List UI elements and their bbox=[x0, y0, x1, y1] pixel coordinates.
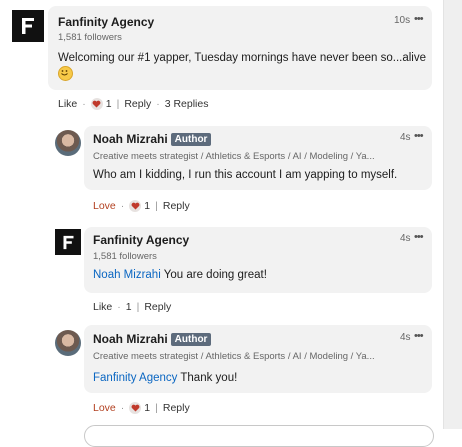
love-button[interactable]: Love bbox=[93, 402, 116, 414]
love-button[interactable]: Love bbox=[93, 200, 116, 212]
comment-author-name[interactable]: Fanfinity Agency bbox=[58, 15, 154, 29]
comment-text: Welcoming our #1 yapper, Tuesday morning… bbox=[58, 52, 426, 64]
noah-avatar[interactable] bbox=[55, 130, 81, 156]
reaction-count[interactable]: 1 bbox=[106, 98, 112, 110]
separator-bar: | bbox=[155, 402, 158, 414]
reply-button[interactable]: Reply bbox=[163, 402, 190, 414]
separator-dot: · bbox=[156, 98, 160, 110]
separator-dot: · bbox=[120, 402, 125, 414]
scrollbar-track[interactable] bbox=[443, 0, 462, 429]
reply-author-name[interactable]: Fanfinity Agency bbox=[93, 233, 189, 247]
reaction-count[interactable]: 1 bbox=[144, 200, 150, 212]
fanfinity-logo-avatar[interactable] bbox=[12, 10, 44, 42]
reply-text: Who am I kidding, I run this account I a… bbox=[93, 169, 398, 181]
reply-author-name[interactable]: Noah Mizrahi Author bbox=[93, 332, 212, 346]
comment-timestamp: 10s bbox=[394, 15, 411, 26]
more-options-icon[interactable]: ••• bbox=[414, 130, 424, 142]
fanfinity-logo-icon bbox=[22, 18, 34, 34]
separator-bar: | bbox=[136, 301, 140, 313]
more-options-icon[interactable]: ••• bbox=[414, 330, 424, 342]
mention-link[interactable]: Noah Mizrahi bbox=[93, 269, 161, 281]
love-reaction-icon[interactable] bbox=[129, 200, 142, 212]
reaction-count[interactable]: 1 bbox=[144, 402, 150, 414]
reply-button[interactable]: Reply bbox=[144, 301, 171, 313]
more-options-icon[interactable]: ••• bbox=[414, 13, 424, 25]
reply-timestamp: 4s bbox=[400, 332, 411, 343]
author-headline: Creative meets strategist / Athletics & … bbox=[93, 351, 375, 362]
reply-text-content: Thank you! bbox=[180, 372, 238, 384]
comment-text-content: Welcoming our #1 yapper, Tuesday morning… bbox=[58, 52, 426, 64]
reply-actions: Love · 1 | Reply bbox=[93, 200, 190, 212]
reply-text-content: You are doing great! bbox=[163, 269, 267, 281]
separator-bar: | bbox=[155, 200, 158, 212]
fanfinity-logo-avatar[interactable] bbox=[55, 229, 81, 255]
like-button[interactable]: Like bbox=[93, 301, 112, 313]
reply-actions: Love · 1 | Reply bbox=[93, 402, 190, 414]
comment-fanfinity-1: Fanfinity Agency 1,581 followers 10s •••… bbox=[0, 0, 443, 120]
reply-button[interactable]: Reply bbox=[163, 200, 190, 212]
author-name-text: Noah Mizrahi bbox=[93, 132, 168, 146]
reply-timestamp: 4s bbox=[400, 132, 411, 143]
follower-count: 1,581 followers bbox=[93, 251, 157, 262]
reply-input-partial[interactable] bbox=[84, 425, 434, 447]
reply-timestamp: 4s bbox=[400, 233, 411, 244]
reply-author-name[interactable]: Noah Mizrahi Author bbox=[93, 132, 212, 146]
reaction-count[interactable]: 1 bbox=[126, 301, 132, 313]
more-options-icon[interactable]: ••• bbox=[414, 231, 424, 243]
separator-dot: · bbox=[117, 301, 121, 313]
comment-actions: Like · 1 | Reply · 3 Replies bbox=[58, 98, 208, 110]
separator-bar: | bbox=[116, 98, 120, 110]
reply-actions: Like · 1 | Reply bbox=[93, 301, 171, 313]
mention-link[interactable]: Fanfinity Agency bbox=[93, 372, 177, 384]
separator-dot: · bbox=[82, 98, 86, 110]
author-headline: Creative meets strategist / Athletics & … bbox=[93, 151, 375, 162]
follower-count: 1,581 followers bbox=[58, 32, 122, 43]
smiling-face-emoji-icon bbox=[58, 66, 73, 84]
love-reaction-icon[interactable] bbox=[90, 98, 103, 110]
noah-avatar[interactable] bbox=[55, 330, 81, 356]
reply-fanfinity-1: Fanfinity Agency 1,581 followers 4s ••• … bbox=[0, 222, 443, 322]
reply-button[interactable]: Reply bbox=[124, 98, 151, 110]
separator-dot: · bbox=[120, 200, 125, 212]
author-badge: Author bbox=[170, 133, 212, 146]
reply-text: Fanfinity Agency Thank you! bbox=[93, 372, 237, 384]
love-reaction-icon[interactable] bbox=[129, 402, 142, 414]
reply-noah-1: Noah Mizrahi Author Creative meets strate… bbox=[0, 120, 443, 220]
replies-count-link[interactable]: 3 Replies bbox=[165, 98, 209, 110]
like-button[interactable]: Like bbox=[58, 98, 77, 110]
author-name-text: Noah Mizrahi bbox=[93, 332, 168, 346]
author-badge: Author bbox=[170, 333, 212, 346]
fanfinity-logo-icon bbox=[63, 235, 73, 249]
reply-noah-2: Noah Mizrahi Author Creative meets strate… bbox=[0, 322, 443, 429]
reply-text: Noah Mizrahi You are doing great! bbox=[93, 269, 267, 281]
